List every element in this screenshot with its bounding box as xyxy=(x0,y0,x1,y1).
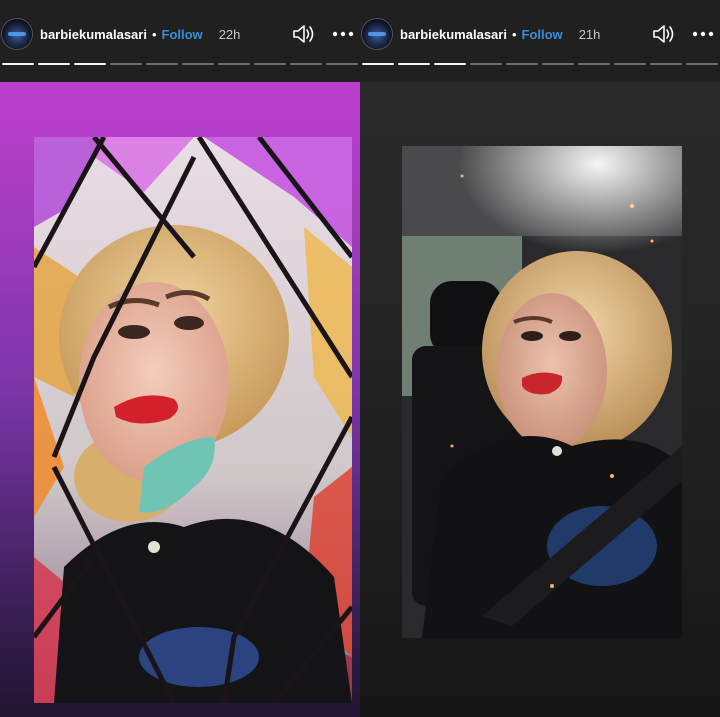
speaker-icon[interactable] xyxy=(290,21,316,47)
avatar[interactable] xyxy=(362,19,392,49)
progress-segment xyxy=(362,63,394,65)
username[interactable]: barbiekumalasari xyxy=(40,27,147,42)
more-options-icon[interactable] xyxy=(330,21,356,47)
story-progress-bar xyxy=(2,63,358,65)
progress-segment xyxy=(686,63,718,65)
story-photo-selfie xyxy=(34,137,352,703)
separator-dot: • xyxy=(151,26,157,42)
progress-segment xyxy=(326,63,358,65)
progress-segment xyxy=(254,63,286,65)
timestamp: 22h xyxy=(218,26,241,42)
story-photo-car-selfie xyxy=(402,146,682,638)
progress-segment xyxy=(218,63,250,65)
story-header: barbiekumalasari • Follow 21h xyxy=(360,14,720,54)
story-panel-right[interactable]: barbiekumalasari • Follow 21h xyxy=(360,0,720,717)
progress-segment xyxy=(74,63,106,65)
progress-segment xyxy=(470,63,502,65)
progress-segment xyxy=(182,63,214,65)
follow-button[interactable]: Follow xyxy=(162,27,203,42)
separator-dot: • xyxy=(511,26,517,42)
avatar[interactable] xyxy=(2,19,32,49)
progress-segment xyxy=(398,63,430,65)
progress-segment xyxy=(146,63,178,65)
progress-segment xyxy=(506,63,538,65)
progress-segment xyxy=(578,63,610,65)
story-progress-bar xyxy=(362,63,718,65)
progress-segment xyxy=(542,63,574,65)
username[interactable]: barbiekumalasari xyxy=(400,27,507,42)
more-options-icon[interactable] xyxy=(690,21,716,47)
progress-segment xyxy=(38,63,70,65)
progress-segment xyxy=(290,63,322,65)
progress-segment xyxy=(650,63,682,65)
timestamp: 21h xyxy=(578,26,601,42)
story-header: barbiekumalasari • Follow 22h xyxy=(0,14,360,54)
follow-button[interactable]: Follow xyxy=(522,27,563,42)
progress-segment xyxy=(2,63,34,65)
speaker-icon[interactable] xyxy=(650,21,676,47)
progress-segment xyxy=(434,63,466,65)
progress-segment xyxy=(110,63,142,65)
progress-segment xyxy=(614,63,646,65)
story-panel-left[interactable]: barbiekumalasari • Follow 22h xyxy=(0,0,360,717)
